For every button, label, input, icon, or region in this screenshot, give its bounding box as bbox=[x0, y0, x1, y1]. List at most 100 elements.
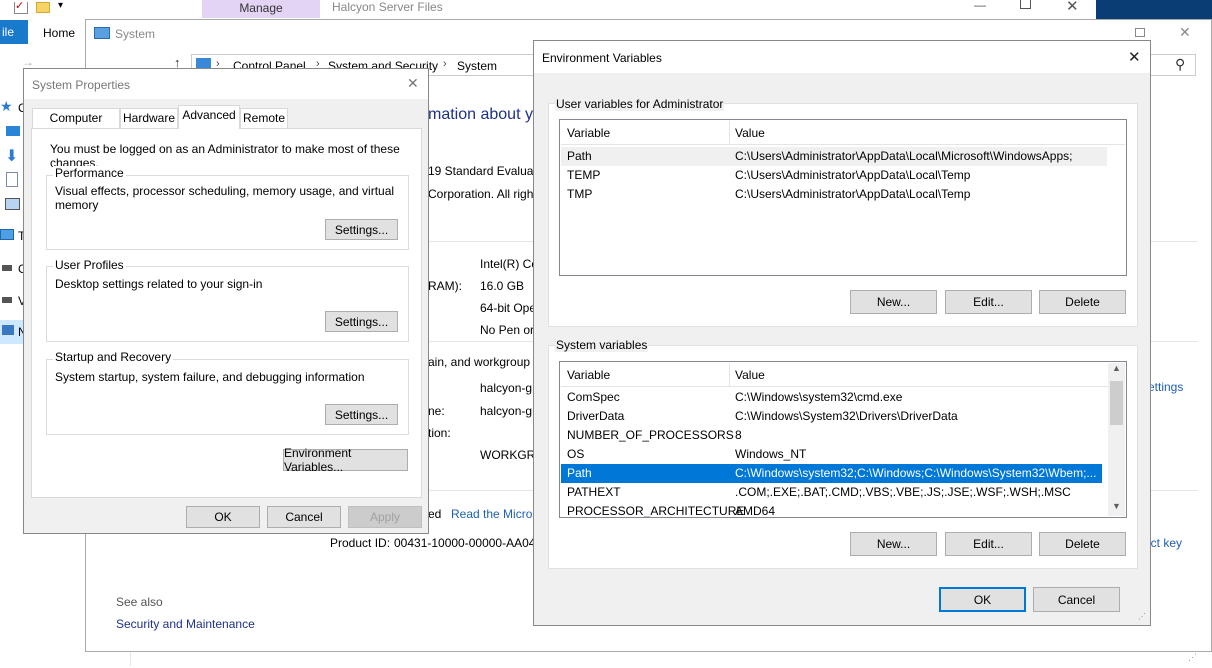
env-vars-title: Environment Variables bbox=[542, 51, 662, 65]
quick-access-dropdown-icon[interactable]: ▾ bbox=[58, 0, 63, 11]
env-vars-ok-button[interactable]: OK bbox=[939, 587, 1026, 612]
variable-name: Path bbox=[567, 149, 592, 163]
file-tab[interactable]: ile bbox=[0, 20, 28, 44]
variable-value: C:\Users\Administrator\AppData\Local\Tem… bbox=[735, 168, 971, 182]
explorer-close-button[interactable]: ✕ bbox=[1066, 0, 1079, 15]
system-type-value: 64-bit Ope bbox=[480, 301, 537, 315]
user-variables-list[interactable]: Variable Value Path C:\Users\Administrat… bbox=[559, 119, 1127, 276]
tab-remote[interactable]: Remote bbox=[240, 108, 288, 128]
system-properties-close-button[interactable]: ✕ bbox=[407, 75, 419, 92]
variable-value: .COM;.EXE;.BAT;.CMD;.VBS;.VBE;.JS;.JSE;.… bbox=[735, 485, 1071, 499]
variable-value: C:\Windows\system32\cmd.exe bbox=[735, 390, 903, 404]
explorer-minimize-button[interactable]: — bbox=[974, 0, 986, 12]
system-new-button[interactable]: New... bbox=[850, 532, 937, 556]
user-profiles-title: User Profiles bbox=[53, 258, 126, 272]
table-row[interactable]: Path C:\Users\Administrator\AppData\Loca… bbox=[561, 147, 1107, 166]
column-separator[interactable] bbox=[729, 121, 730, 145]
tab-hardware[interactable]: Hardware bbox=[120, 108, 178, 128]
scrollbar-thumb[interactable] bbox=[1110, 381, 1123, 425]
see-also-heading: See also bbox=[116, 595, 163, 609]
env-vars-cancel-button[interactable]: Cancel bbox=[1033, 587, 1120, 612]
user-profiles-settings-button[interactable]: Settings... bbox=[325, 311, 398, 332]
table-row[interactable]: PROCESSOR_ARCHITECTURE AMD64 bbox=[561, 502, 1107, 518]
explorer-maximize-button[interactable] bbox=[1020, 0, 1031, 9]
system-properties-cancel-button[interactable]: Cancel bbox=[267, 506, 341, 528]
home-tab[interactable]: Home bbox=[43, 26, 75, 40]
user-delete-button[interactable]: Delete bbox=[1039, 290, 1126, 314]
system-variables-list[interactable]: Variable Value ComSpec C:\Windows\system… bbox=[559, 361, 1127, 518]
table-row[interactable]: OS Windows_NT bbox=[561, 445, 1107, 464]
tab-label: Advanced bbox=[182, 108, 236, 122]
env-vars-close-button[interactable]: ✕ bbox=[1128, 48, 1141, 66]
column-separator[interactable] bbox=[729, 363, 730, 387]
variable-name: PROCESSOR_ARCHITECTURE bbox=[567, 504, 745, 518]
table-row[interactable]: TMP C:\Users\Administrator\AppData\Local… bbox=[561, 185, 1107, 204]
security-maintenance-link[interactable]: Security and Maintenance bbox=[116, 617, 255, 631]
resize-grip-icon[interactable]: ⋰ bbox=[1138, 613, 1146, 621]
performance-settings-button[interactable]: Settings... bbox=[325, 219, 398, 240]
user-edit-button[interactable]: Edit... bbox=[945, 290, 1032, 314]
search-box[interactable]: ⚲ bbox=[1146, 54, 1196, 76]
table-row[interactable]: DriverData C:\Windows\System32\Drivers\D… bbox=[561, 407, 1107, 426]
system-properties-dialog: System Properties ✕ Computer Name Hardwa… bbox=[23, 68, 429, 534]
system-variables-title: System variables bbox=[555, 338, 649, 352]
change-settings-link[interactable]: ettings bbox=[1148, 380, 1183, 394]
variable-name: PATHEXT bbox=[567, 485, 621, 499]
forward-arrow-icon[interactable]: → bbox=[22, 55, 34, 69]
tab-label: Hardware bbox=[122, 111, 176, 125]
variable-value: 8 bbox=[735, 428, 742, 442]
table-row[interactable]: TEMP C:\Users\Administrator\AppData\Loca… bbox=[561, 166, 1107, 185]
table-row[interactable]: NUMBER_OF_PROCESSORS 8 bbox=[561, 426, 1107, 445]
quick-access-star-icon: ★ bbox=[0, 98, 13, 114]
system-window-title: System bbox=[115, 27, 156, 41]
variable-name: TEMP bbox=[567, 168, 601, 182]
variable-name: OS bbox=[567, 447, 585, 461]
user-new-button[interactable]: New... bbox=[850, 290, 937, 314]
system-edit-button[interactable]: Edit... bbox=[945, 532, 1032, 556]
table-row[interactable]: ComSpec C:\Windows\system32\cmd.exe bbox=[561, 388, 1107, 407]
product-id-label: Product ID: bbox=[330, 536, 391, 550]
domain-section-label: ain, and workgroup bbox=[428, 355, 531, 369]
startup-recovery-settings-button[interactable]: Settings... bbox=[325, 404, 398, 425]
ram-value: 16.0 GB bbox=[480, 279, 525, 293]
copyright-text: Corporation. All righ bbox=[428, 187, 534, 201]
user-profiles-description: Desktop settings related to your sign-in bbox=[55, 277, 263, 291]
scroll-down-arrow-icon[interactable]: ▼ bbox=[1112, 501, 1121, 511]
column-header-variable[interactable]: Variable bbox=[567, 363, 610, 387]
desktop-background bbox=[1096, 0, 1212, 20]
column-header-variable[interactable]: Variable bbox=[567, 121, 610, 145]
full-name-label: ne: bbox=[428, 404, 445, 418]
tab-advanced[interactable]: Advanced bbox=[178, 105, 240, 129]
windows-edition: 19 Standard Evaluati bbox=[428, 164, 540, 178]
explorer-titlebar: ✓ ▾ Manage Halcyon Server Files — ✕ bbox=[0, 0, 1096, 18]
breadcrumb-system[interactable]: System bbox=[457, 59, 497, 73]
system-properties-apply-button[interactable]: Apply bbox=[348, 506, 422, 528]
table-row-selected[interactable]: Path C:\Windows\system32;C:\Windows;C:\W… bbox=[561, 464, 1102, 483]
variable-value: C:\Users\Administrator\AppData\Local\Tem… bbox=[735, 187, 971, 201]
startup-recovery-description: System startup, system failure, and debu… bbox=[55, 370, 365, 384]
variable-name: ComSpec bbox=[567, 390, 620, 404]
column-header-value[interactable]: Value bbox=[735, 363, 765, 387]
system-variables-scrollbar[interactable]: ▲ ▼ bbox=[1108, 363, 1125, 516]
desktop-icon bbox=[6, 126, 20, 136]
license-terms-link[interactable]: Read the Micros bbox=[451, 507, 538, 521]
tab-computer-name[interactable]: Computer Name bbox=[32, 108, 120, 143]
network-icon bbox=[2, 325, 14, 335]
manage-tab[interactable]: Manage bbox=[202, 0, 320, 18]
environment-variables-button[interactable]: Environment Variables... bbox=[283, 446, 408, 474]
startup-recovery-title: Startup and Recovery bbox=[53, 350, 174, 364]
system-properties-ok-button[interactable]: OK bbox=[186, 506, 260, 528]
drive-icon bbox=[2, 297, 12, 303]
user-variables-title: User variables for Administrator bbox=[555, 97, 725, 111]
table-row[interactable]: PATHEXT .COM;.EXE;.BAT;.CMD;.VBS;.VBE;.J… bbox=[561, 483, 1107, 502]
system-close-button[interactable]: ✕ bbox=[1179, 24, 1191, 41]
pictures-icon bbox=[5, 198, 20, 210]
variable-value: Windows_NT bbox=[735, 447, 807, 461]
full-name-value: halcyon-g bbox=[480, 404, 533, 418]
system-maximize-button[interactable] bbox=[1135, 28, 1145, 37]
scroll-up-arrow-icon[interactable]: ▲ bbox=[1112, 363, 1121, 373]
drive-icon bbox=[2, 265, 12, 271]
breadcrumb-chevron-icon: › bbox=[443, 58, 447, 70]
system-delete-button[interactable]: Delete bbox=[1039, 532, 1126, 556]
column-header-value[interactable]: Value bbox=[735, 121, 765, 145]
